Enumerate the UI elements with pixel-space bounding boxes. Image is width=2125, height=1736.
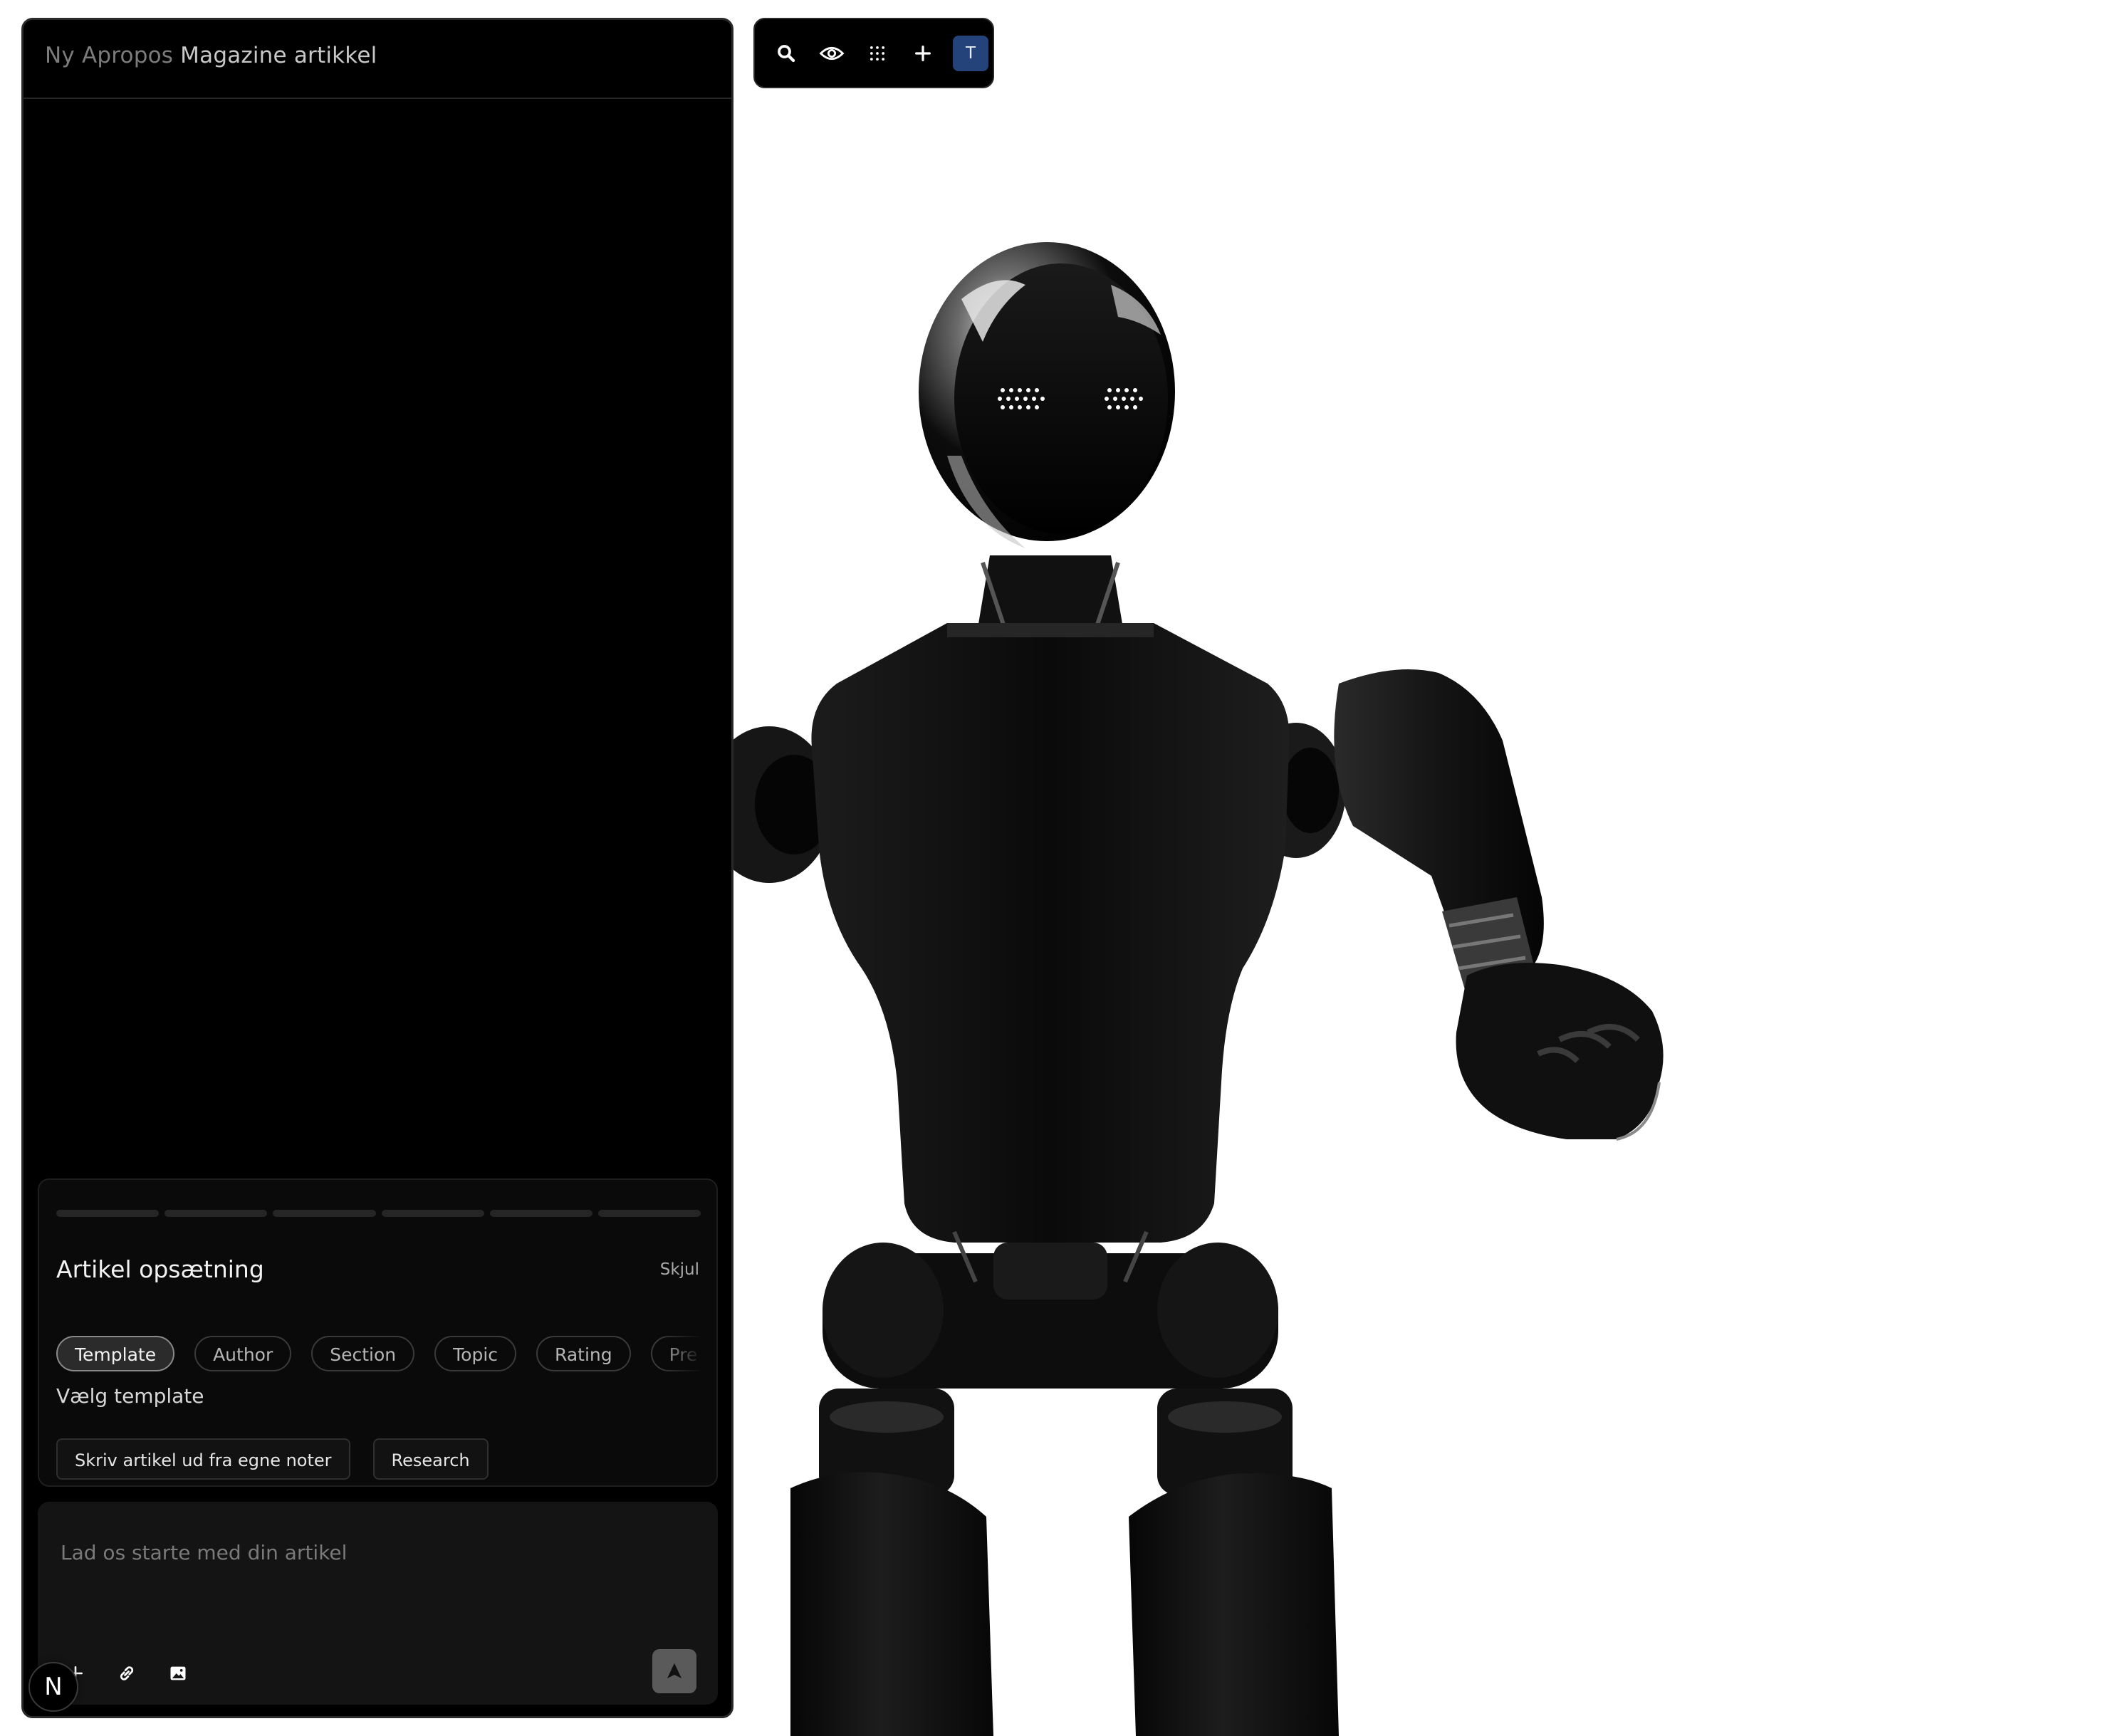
choose-template-label: Vælg template <box>56 1384 204 1408</box>
send-button[interactable] <box>652 1649 696 1693</box>
grid-icon <box>870 46 885 61</box>
composer <box>38 1502 718 1705</box>
new-button[interactable] <box>907 38 939 69</box>
setup-title: Artikel opsætning <box>56 1255 264 1283</box>
progress-segment <box>165 1210 268 1217</box>
link-icon <box>120 1666 134 1680</box>
send-icon <box>667 1663 682 1678</box>
search-icon <box>778 44 795 62</box>
composer-tools <box>59 1657 194 1690</box>
tab-topic[interactable]: Topic <box>434 1336 517 1371</box>
progress-segment <box>56 1210 160 1217</box>
tab-strip-fade <box>659 1336 702 1376</box>
eye-icon <box>819 46 845 60</box>
article-panel: Ny Apropos Magazine artikkel Artikel ops… <box>21 18 733 1718</box>
plus-icon <box>915 45 931 61</box>
tab-author[interactable]: Author <box>194 1336 292 1371</box>
progress-segment <box>489 1210 592 1217</box>
image-button[interactable] <box>162 1657 194 1690</box>
preview-button[interactable] <box>816 38 847 69</box>
search-button[interactable] <box>771 38 802 69</box>
tab-template[interactable]: Template <box>56 1336 175 1371</box>
link-button[interactable] <box>110 1657 143 1690</box>
progress-segment <box>597 1210 701 1217</box>
apps-button[interactable] <box>862 38 893 69</box>
composer-input[interactable] <box>59 1530 689 1574</box>
tab-section[interactable]: Section <box>311 1336 415 1371</box>
progress-segment <box>273 1210 376 1217</box>
top-toolbar: T <box>753 18 994 88</box>
setup-progress <box>56 1210 701 1217</box>
panel-header: Ny Apropos Magazine artikkel <box>24 20 731 99</box>
template-own-notes-button[interactable]: Skriv artikel ud fra egne noter <box>56 1438 350 1480</box>
setup-tabs: Template Author Section Topic Rating Pre <box>56 1336 702 1376</box>
template-options: Skriv artikel ud fra egne noter Research <box>56 1438 489 1480</box>
n-badge[interactable]: N <box>28 1662 78 1712</box>
tab-rating[interactable]: Rating <box>536 1336 631 1371</box>
avatar[interactable]: T <box>953 35 988 71</box>
title-prefix: Ny Apropos <box>45 43 174 68</box>
hide-setup-button[interactable]: Skjul <box>660 1260 699 1279</box>
progress-segment <box>381 1210 484 1217</box>
template-research-button[interactable]: Research <box>372 1438 489 1480</box>
article-setup-card: Artikel opsætning Skjul Template Author … <box>38 1178 718 1487</box>
title-main: Magazine artikkel <box>180 43 377 68</box>
image-icon <box>170 1666 186 1680</box>
article-title-input[interactable]: Ny Apropos Magazine artikkel <box>45 43 377 68</box>
